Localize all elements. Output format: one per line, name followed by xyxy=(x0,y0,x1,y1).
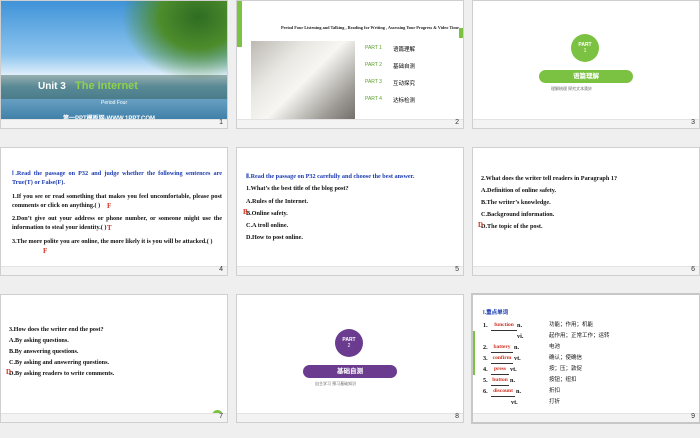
word-row: vt. 打折 xyxy=(511,399,561,406)
option-b: B.Online safety. xyxy=(246,210,288,217)
word-row: 4. press vt. 按；压；敦促 xyxy=(473,365,699,376)
statement-2: 2.Don’t give out your address or phone n… xyxy=(12,215,222,232)
slide-number: 7 xyxy=(219,413,223,420)
period-header: Period Four Listening and Talking , Read… xyxy=(281,25,459,30)
part-3-label: PART 3 xyxy=(365,79,382,85)
slide-number: 4 xyxy=(219,266,223,273)
answer-mark: B xyxy=(243,208,248,216)
footer-bar xyxy=(473,413,699,422)
part-badge: PART 1 xyxy=(571,34,599,62)
part-badge-number: 1 xyxy=(583,48,587,54)
part-3-text: 互动探究 xyxy=(393,81,416,87)
part-badge-number: 2 xyxy=(347,343,351,349)
part-1-text: 语篇理解 xyxy=(393,47,416,53)
option-c: C.Background information. xyxy=(481,211,555,218)
option-a: A.Rules of the Internet. xyxy=(246,198,309,205)
statement-1: 1.If you see or read something that make… xyxy=(12,193,222,210)
answer-mark: D xyxy=(6,368,12,376)
slide-title: The Internet xyxy=(75,80,138,92)
word-row: 6. discount n. 折扣 xyxy=(473,387,699,398)
footer-bar xyxy=(237,413,463,422)
section-banner: 基础自测 xyxy=(303,365,397,378)
footer-bar xyxy=(1,119,227,128)
part-2-text: 基础自测 xyxy=(393,64,416,70)
slide-5[interactable]: Ⅱ.Read the passage on P32 carefully and … xyxy=(237,148,463,275)
section-heading: Ⅰ.重点单词 xyxy=(483,310,509,316)
slide-4[interactable]: Ⅰ.Read the passage on P32 and judge whet… xyxy=(1,148,227,275)
option-c: C.By asking and answering questions. xyxy=(9,359,110,366)
answer-1: F xyxy=(107,202,112,210)
answer-2: T xyxy=(107,224,112,232)
option-d: D.By asking readers to write comments. xyxy=(9,370,115,377)
question-heading: Ⅱ.Read the passage on P32 carefully and … xyxy=(246,173,415,180)
option-a: A.Definition of online safety. xyxy=(481,187,557,194)
slide-number: 8 xyxy=(455,413,459,420)
slide-number: 3 xyxy=(691,119,695,126)
answer-mark: D xyxy=(478,221,484,229)
accent-bar xyxy=(237,1,242,47)
section-caption: 理解梳理 探究文本奥妙 xyxy=(551,86,593,91)
word-answer: function xyxy=(491,321,517,332)
section-caption: 自主学习 预习基础知识 xyxy=(315,381,357,386)
slide-9[interactable]: Ⅰ.重点单词 1. function n. 功能；作用；机能 vi. 起作用；正… xyxy=(473,295,699,422)
footer-bar xyxy=(237,119,463,128)
section-banner: 语篇理解 xyxy=(539,70,633,83)
part-4-text: 达标检测 xyxy=(393,98,416,104)
option-c: C.A troll online. xyxy=(246,222,289,229)
question-text: 3.How does the writer end the post? xyxy=(9,326,104,333)
slide-number: 5 xyxy=(455,266,459,273)
book-image xyxy=(251,41,355,123)
question-text: 1.What’s the best title of the blog post… xyxy=(246,185,349,192)
option-b: B.The writer’s knowledge. xyxy=(481,199,551,206)
tree-image xyxy=(121,1,227,81)
word-row: 2. battery n. 电池 xyxy=(473,343,699,354)
word-row: vi. 起作用；正常工作；运转 xyxy=(517,333,610,340)
slide-3[interactable]: PART 1 语篇理解 理解梳理 探究文本奥妙 3 xyxy=(473,1,699,128)
word-answer: button xyxy=(491,376,509,387)
word-row: 1. function n. 功能；作用；机能 xyxy=(473,321,699,332)
word-row: 3. confirm vt. 确认；使确信 xyxy=(473,354,699,365)
slide-number: 9 xyxy=(691,413,695,420)
slide-number: 6 xyxy=(691,266,695,273)
slide-6[interactable]: 2.What does the writer tell readers in P… xyxy=(473,148,699,275)
option-d: D.How to post online. xyxy=(246,234,303,241)
footer-bar xyxy=(1,413,227,422)
slide-number: 2 xyxy=(455,119,459,126)
word-answer: battery xyxy=(491,343,513,354)
period-label: Period Four xyxy=(101,100,128,106)
option-d: D.The topic of the post. xyxy=(481,223,543,230)
option-b: B.By answering questions. xyxy=(9,348,79,355)
slide-8[interactable]: PART 2 基础自测 自主学习 预习基础知识 8 xyxy=(237,295,463,422)
unit-label: Unit 3 xyxy=(38,81,66,92)
footer-bar xyxy=(473,266,699,275)
word-row: 5. button n. 按钮；纽扣 xyxy=(473,376,699,387)
slide-7[interactable]: 3.How does the writer end the post? A.By… xyxy=(1,295,227,422)
part-4-label: PART 4 xyxy=(365,96,382,102)
word-answer: press xyxy=(491,365,509,376)
word-answer: discount xyxy=(491,387,515,398)
footer-bar xyxy=(237,266,463,275)
question-heading: Ⅰ.Read the passage on P32 and judge whet… xyxy=(12,170,222,187)
slide-1[interactable]: Unit 3 The Internet Period Four 第一PPT模板网… xyxy=(1,1,227,128)
part-2-label: PART 2 xyxy=(365,62,382,68)
part-badge: PART 2 xyxy=(335,329,363,357)
answer-3: F xyxy=(43,247,48,255)
left-accent xyxy=(473,331,475,375)
slide-number: 1 xyxy=(219,119,223,126)
question-text: 2.What does the writer tell readers in P… xyxy=(481,175,618,182)
footer-bar xyxy=(473,119,699,128)
option-a: A.By asking questions. xyxy=(9,337,69,344)
statement-3: 3.The more polite you are online, the mo… xyxy=(12,238,213,245)
footer-bar xyxy=(1,266,227,275)
slide-2[interactable]: Period Four Listening and Talking , Read… xyxy=(237,1,463,128)
word-answer: confirm xyxy=(491,354,513,365)
part-1-label: PART 1 xyxy=(365,45,382,51)
